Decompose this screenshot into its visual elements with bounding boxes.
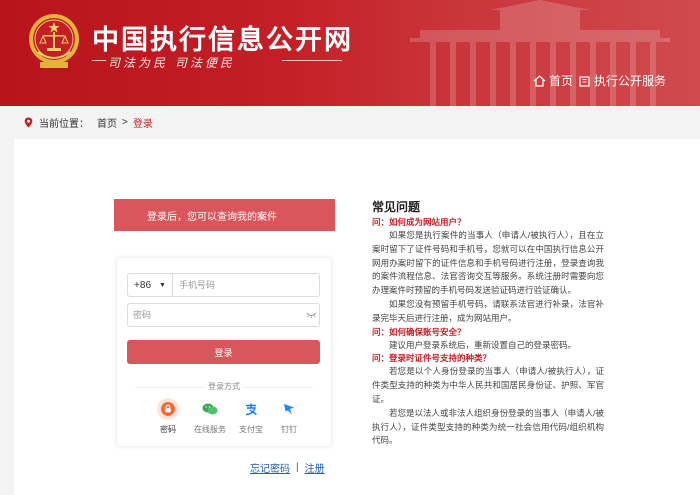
court-building-illustration xyxy=(410,0,670,106)
faq-answer: 建议用户登录系统后，重新设置自己的登录密码。 xyxy=(389,339,577,350)
chat-icon xyxy=(202,403,218,415)
court-emblem-logo xyxy=(29,14,79,68)
home-icon xyxy=(533,74,546,87)
nav-home-label: 首页 xyxy=(549,74,574,88)
faq-question: 问：登录时证件号支持的种类？ xyxy=(372,353,492,364)
faq-panel: 常见问题 问：如何成为网站用户？ 如果您是执行案件的当事人（申请人/被执行人），… xyxy=(372,198,604,448)
faq-answer: 若您是以个人身份登录的当事人（申请人/被执行人），证件类型支持的种类为中华人民共… xyxy=(372,366,604,404)
phone-field-group: +86 ▼ xyxy=(127,273,320,297)
breadcrumb-separator: > xyxy=(122,117,128,128)
faq-answer: 如果您是执行案件的当事人（申请人/被执行人），且在立案时留下了证件号码和手机号，… xyxy=(372,230,604,296)
faq-question: 问：如何成为网站用户？ xyxy=(372,217,466,227)
breadcrumb-current: 登录 xyxy=(132,119,153,130)
faq-question: 问：如何确保账号安全？ xyxy=(372,326,466,337)
login-method-password-label: 密码 xyxy=(160,425,176,434)
slogan-divider-right xyxy=(282,60,342,61)
dingtalk-icon xyxy=(284,404,294,415)
login-method-password[interactable]: 密码 xyxy=(146,398,190,435)
breadcrumb-prefix: 当前位置： xyxy=(39,119,89,130)
login-button[interactable]: 登录 xyxy=(127,340,320,364)
site-slogan: 司法为民 司法便民 xyxy=(108,56,235,70)
dingtalk-icon-wrapper xyxy=(278,398,300,420)
building-icon xyxy=(579,75,590,87)
lock-icon xyxy=(161,402,175,416)
faq-answer: 如果您没有预留手机号码，请联系法官进行补录，法官补录完毕天后进行注册，成为网站用… xyxy=(372,298,604,323)
password-input[interactable] xyxy=(133,310,303,320)
login-method-alipay-label: 支付宝 xyxy=(239,425,263,434)
login-method-dingtalk-label: 钉钉 xyxy=(281,425,297,434)
chat-icon-wrapper xyxy=(199,398,221,420)
nav-execution-service[interactable]: 执行公开服务 xyxy=(578,72,666,89)
site-title: 中国执行信息公开网 xyxy=(92,25,353,56)
faq-title: 常见问题 xyxy=(372,200,421,214)
country-code-value: +86 xyxy=(134,279,152,291)
login-methods-title: 登录方式 xyxy=(117,381,331,392)
nav-execution-service-label: 执行公开服务 xyxy=(594,74,667,88)
account-links: 忘记密码 | 注册 xyxy=(250,460,325,475)
breadcrumb-home[interactable]: 首页 xyxy=(97,115,117,130)
nav-home[interactable]: 首页 xyxy=(533,72,573,89)
login-notice-banner: 登录后，您可以查询我的案件 xyxy=(114,199,335,231)
phone-number-input[interactable] xyxy=(173,280,319,290)
eye-closed-icon[interactable] xyxy=(303,312,319,318)
link-separator: | xyxy=(296,462,299,473)
password-field-group xyxy=(127,303,320,327)
login-form: +86 ▼ 登录 登录方式 密码 xyxy=(117,258,331,446)
alipay-icon xyxy=(245,403,257,416)
lock-icon-wrapper xyxy=(157,398,179,420)
forgot-password-link[interactable]: 忘记密码 xyxy=(250,460,290,475)
country-code-select[interactable]: +86 ▼ xyxy=(128,274,173,296)
alipay-icon-wrapper xyxy=(240,398,262,420)
register-link[interactable]: 注册 xyxy=(305,460,325,475)
chevron-down-icon: ▼ xyxy=(159,281,166,289)
login-method-dingtalk[interactable]: 钉钉 xyxy=(267,398,311,435)
login-method-online-service-label: 在线服务 xyxy=(194,425,226,434)
breadcrumb: 当前位置： 首页 > 登录 xyxy=(0,106,700,139)
slogan-divider-left xyxy=(92,60,106,61)
login-method-online-service[interactable]: 在线服务 xyxy=(188,398,232,435)
site-header: 中国执行信息公开网 司法为民 司法便民 首页 执行公开服务 xyxy=(0,0,700,106)
location-pin-icon xyxy=(24,117,33,128)
faq-answer: 若您是以法人或非法人组织身份登录的当事人（申请人/被执行人），证件类型支持的种类… xyxy=(372,407,604,446)
